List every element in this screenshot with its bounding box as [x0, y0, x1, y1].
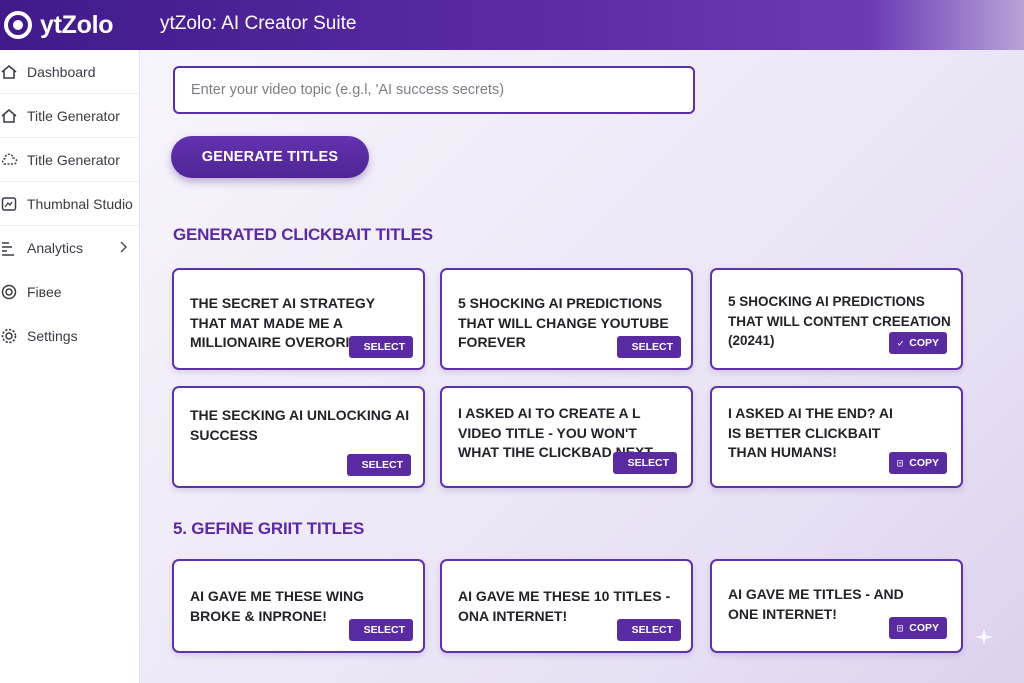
select-button[interactable]: SELECT: [349, 619, 413, 641]
title-card[interactable]: I ASKED AI THE END? AI IS BETTER CLICKBA…: [710, 386, 963, 488]
topic-input[interactable]: [173, 66, 695, 114]
image-icon: [0, 195, 18, 213]
title-card[interactable]: THE SECRET AI STRATEGY THAT MAT MADE ME …: [172, 268, 425, 370]
clipboard-icon: [355, 464, 356, 466]
select-button[interactable]: SELECT: [349, 336, 413, 358]
title-card[interactable]: 5 SHOCKING AI PREDICTIONS THAT WILL CHAN…: [440, 268, 693, 370]
sparkle-icon: [972, 625, 996, 649]
sidebar-item-label: Dashboard: [27, 63, 96, 80]
sidebar-item-fivee[interactable]: Fiвее: [0, 270, 139, 314]
sidebar-item-settings[interactable]: Settings: [0, 314, 139, 358]
select-button[interactable]: SELECT: [613, 452, 677, 474]
sidebar-item-analytics[interactable]: Analytics: [0, 226, 139, 270]
analytics-icon: [0, 239, 18, 257]
title-text: THE SECKING AI UNLOCKING AI SUCCESS: [190, 407, 410, 443]
sidebar-item-label: Thumbnal Studio: [27, 195, 133, 212]
copy-button-label: COPY: [909, 337, 939, 349]
select-button-label: SELECT: [361, 459, 403, 471]
clipboard-icon: [897, 460, 904, 467]
title-card[interactable]: THE SECKING AI UNLOCKING AI SUCCESS SELE…: [172, 386, 425, 488]
sidebar-item-dashboard[interactable]: Dashboard: [0, 50, 139, 94]
clipboard-icon: [357, 629, 358, 631]
clipboard-icon: [625, 629, 626, 631]
sidebar-item-title-generator-2[interactable]: Title Generator: [0, 138, 139, 182]
sidebar-item-label: Title Generator: [27, 107, 120, 124]
top-bar: ytZolo ytZolo: AI Creator Suite: [0, 0, 1024, 50]
logo[interactable]: ytZolo: [4, 9, 114, 41]
title-card[interactable]: I ASKED AI TO CREATE A L VIDEO TITLE - Y…: [440, 386, 693, 488]
copy-button-label: COPY: [909, 622, 939, 634]
sidebar-item-label: Title Generator: [27, 151, 120, 168]
select-button-label: SELECT: [363, 341, 405, 353]
select-button-label: SELECT: [631, 624, 673, 636]
title-text: I ASKED AI THE END? AI IS BETTER CLICKBA…: [728, 405, 893, 460]
main-content: GENERATE TITLES GENERATED CLICKBAIT TITL…: [140, 50, 1024, 683]
sidebar-item-label: Settings: [27, 328, 78, 344]
title-card[interactable]: AI GAVE ME TITLES - AND ONE INTERNET! CO…: [710, 559, 963, 653]
cloud-icon: [0, 151, 18, 169]
copy-button[interactable]: COPY: [889, 452, 947, 474]
check-icon: [897, 340, 903, 346]
sidebar-item-thumbnail-studio[interactable]: Thumbnal Studio: [0, 182, 139, 226]
section-title: GENERATED CLICKBAIT TITLES: [173, 225, 433, 244]
select-button[interactable]: SELECT: [617, 619, 681, 641]
sidebar-item-label: Analytics: [27, 240, 84, 256]
clipboard-icon: [621, 462, 622, 464]
copy-button[interactable]: COPY: [889, 617, 947, 639]
sidebar: Dashboard Title Generator Title Generato…: [0, 50, 140, 683]
app-title: ytZolo: AI Creator Suite: [160, 13, 357, 34]
logo-icon: [4, 11, 32, 39]
copy-button-label: COPY: [909, 457, 939, 469]
select-button[interactable]: SELECT: [347, 454, 411, 476]
title-text: AI GAVE ME TITLES - AND ONE INTERNET!: [728, 586, 904, 622]
sidebar-item-label: Fiвее: [27, 284, 62, 300]
title-text: AI GAVE ME THESE WING BROKE & INPRONE!: [190, 588, 364, 624]
select-button-label: SELECT: [631, 341, 673, 353]
generate-titles-button[interactable]: GENERATE TITLES: [171, 136, 369, 178]
select-button-label: SELECT: [363, 624, 405, 636]
select-button-label: SELECT: [627, 457, 669, 469]
target-icon: [0, 283, 18, 301]
logo-text: ytZolo: [40, 10, 114, 39]
title-card[interactable]: 5 SHOCKING AI PREDICTIONS THAT WILL CONT…: [710, 268, 963, 370]
select-button[interactable]: SELECT: [617, 336, 681, 358]
home-icon: [0, 63, 18, 81]
sidebar-item-title-generator[interactable]: Title Generator: [0, 94, 139, 138]
clipboard-icon: [897, 625, 904, 632]
title-card[interactable]: AI GAVE ME THESE 10 TITLES - ONA INTERNE…: [440, 559, 693, 653]
home-icon: [0, 107, 18, 125]
section-title: 5. GEFINE GRIIT TITLES: [173, 519, 365, 538]
copy-button[interactable]: COPY: [889, 332, 947, 354]
gear-icon: [0, 327, 18, 345]
clipboard-icon: [357, 346, 358, 348]
chevron-right-icon: [120, 241, 128, 253]
clipboard-icon: [625, 346, 626, 348]
title-card[interactable]: AI GAVE ME THESE WING BROKE & INPRONE! S…: [172, 559, 425, 653]
